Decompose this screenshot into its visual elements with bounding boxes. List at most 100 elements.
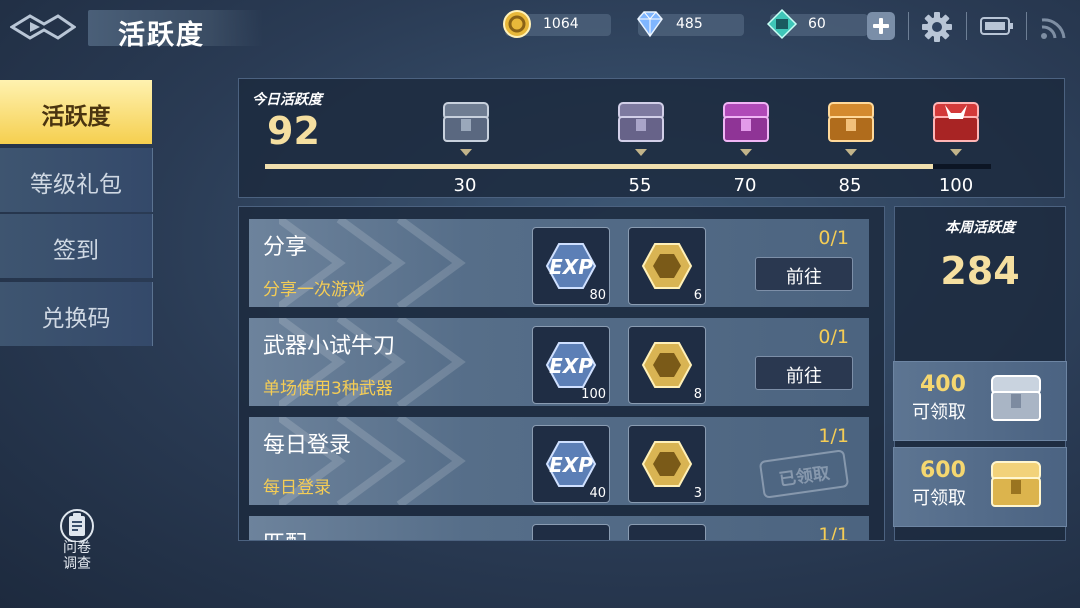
task-row: 分享 分享一次游戏 EXP 80 6 0/1 前往 [249,219,869,307]
milestone-threshold: 55 [628,175,652,196]
go-button[interactable]: 前往 [755,257,853,291]
task-description: 分享一次游戏 [263,280,365,300]
task-description: 每日登录 [263,478,331,498]
task-name: 每日登录 [263,433,352,458]
survey-button[interactable]: 问卷 调查 [50,508,104,578]
milestone-threshold: 100 [938,175,974,196]
diamond-icon [637,11,663,38]
milestone-arrow [635,149,647,156]
activity-progress-fill [265,164,933,169]
exp-reward[interactable]: EXP 100 [532,326,610,404]
task-progress: 1/1 [818,425,849,447]
task-list[interactable]: 分享 分享一次游戏 EXP 80 6 0/1 前往 武器小试牛刀 单场使用3种武… [238,206,885,541]
milestone-arrow [460,149,472,156]
weekly-chest-600[interactable]: 600 可领取 [893,447,1067,527]
back-button[interactable] [9,10,77,44]
clipboard-icon [60,509,94,542]
gold-chest-icon [991,461,1041,507]
ticket-counter: 60 [766,8,868,40]
survey-label: 问卷 调查 [63,540,91,572]
nav-item-label: 等级礼包 [30,172,122,198]
gold-counter: 1064 [503,10,611,38]
gold-value: 1064 [543,16,579,32]
exp-amount: 40 [589,486,606,501]
weekly-chest-threshold: 400 [920,372,966,397]
milestone-threshold: 70 [733,175,757,196]
back-arrow-icon [9,14,77,40]
gem-value: 485 [676,16,703,32]
task-progress: 1/1 [818,524,849,541]
coin-amount: 8 [693,387,702,402]
title-plate: 活跃度 [88,10,263,51]
weekly-activity-panel: 本周活跃度 284 400 可领取 600 可领取 [893,206,1067,541]
battery-icon [980,17,1013,35]
milestone-arrow [740,149,752,156]
daily-activity-label: 今日活跃度 [252,92,322,108]
task-name: 匹配 [263,526,307,540]
exp-reward[interactable] [532,524,610,540]
coin-reward[interactable]: 3 [628,425,706,503]
milestone-chest-85[interactable] [824,97,878,147]
nav-item-label: 兑换码 [41,306,111,332]
divider [908,12,909,40]
nav-item-label: 签到 [53,238,99,264]
divider [1026,12,1027,40]
divider [966,12,967,40]
task-progress: 0/1 [818,227,849,249]
coin-amount: 3 [693,486,702,501]
ticket-value: 60 [808,16,826,32]
svg-text:EXP: EXP [549,453,593,477]
ticket-icon [766,8,798,40]
claimed-stamp: 已领取 [758,449,850,499]
coin-reward[interactable]: 6 [628,227,706,305]
weekly-activity-value: 284 [940,249,1020,293]
nav-item-sign-in[interactable]: 签到 [0,214,153,278]
coin-reward[interactable]: 8 [628,326,706,404]
milestone-arrow [950,149,962,156]
daily-activity-panel: 今日活跃度 92 30 55 70 85 100 [238,78,1065,198]
settings-button[interactable] [920,10,954,44]
coin-reward[interactable] [628,524,706,540]
go-button-label: 前往 [786,267,822,288]
weekly-chest-threshold: 600 [920,458,966,483]
weekly-activity-label: 本周活跃度 [945,220,1015,236]
gear-icon [922,12,952,42]
activity-progress-bar [265,164,991,169]
top-bar: 活跃度 1064 485 60 [0,0,1080,56]
task-name: 分享 [263,235,308,260]
go-button-label: 前往 [786,366,822,387]
task-row: 每日登录 每日登录 EXP 40 3 1/1 已领取 [249,417,869,505]
gem-counter: 485 [637,11,744,38]
task-description: 单场使用3种武器 [263,379,393,399]
milestone-arrow [845,149,857,156]
milestone-chest-70[interactable] [719,97,773,147]
milestone-chest-30[interactable] [439,97,493,147]
milestone-chest-100[interactable] [929,97,983,147]
milestone-chest-55[interactable] [614,97,668,147]
nav-item-redeem-code[interactable]: 兑换码 [0,282,153,346]
silver-chest-icon [991,375,1041,421]
task-row: 匹配 1/1 [249,516,869,541]
task-name: 武器小试牛刀 [263,334,396,359]
daily-activity-value: 92 [267,109,320,153]
svg-text:EXP: EXP [549,255,593,279]
nav-item-activity[interactable]: 活跃度 [0,80,152,144]
weekly-chest-400[interactable]: 400 可领取 [893,361,1067,441]
nav-item-level-gift[interactable]: 等级礼包 [0,148,153,212]
claimed-label: 已领取 [777,463,832,491]
exp-reward[interactable]: EXP 80 [532,227,610,305]
page-title: 活跃度 [118,20,205,51]
exp-amount: 80 [589,288,606,303]
task-progress: 0/1 [818,326,849,348]
weekly-chest-status: 可领取 [912,488,966,509]
add-currency-button[interactable] [867,12,895,40]
go-button[interactable]: 前往 [755,356,853,390]
svg-text:EXP: EXP [549,354,593,378]
weekly-chest-status: 可领取 [912,402,966,423]
exp-reward[interactable]: EXP 40 [532,425,610,503]
milestone-threshold: 30 [453,175,477,196]
wifi-icon [1041,18,1066,39]
exp-amount: 100 [581,387,606,402]
coin-amount: 6 [693,288,702,303]
nav-item-label: 活跃度 [41,104,111,130]
